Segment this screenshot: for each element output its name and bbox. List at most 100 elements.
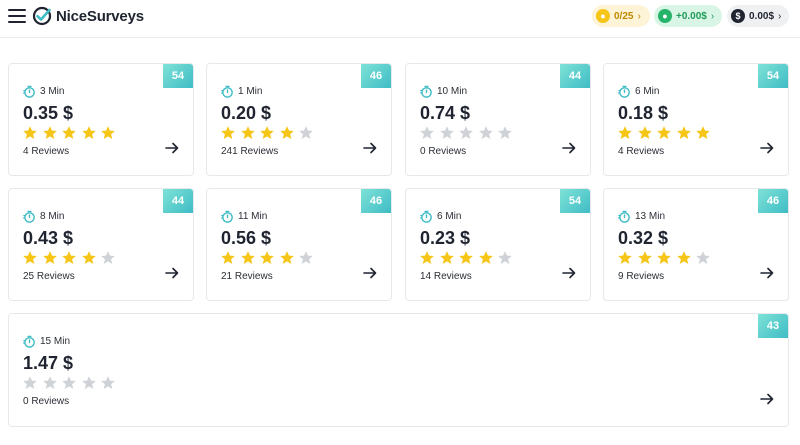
stopwatch-icon: [221, 210, 233, 223]
star-empty-icon: [439, 126, 454, 139]
arrow-right-icon[interactable]: [562, 142, 576, 154]
star-empty-icon: [62, 376, 76, 389]
survey-card[interactable]: 46 1 Min 0.20 $ 241 Reviews: [206, 63, 392, 176]
chevron-right-icon: ›: [637, 10, 641, 22]
star-empty-icon: [420, 126, 434, 139]
duration: 6 Min: [420, 210, 461, 223]
review-count: 241 Reviews: [221, 146, 279, 157]
rating-stars: [617, 250, 715, 266]
duration: 11 Min: [221, 210, 267, 223]
star-filled-icon: [637, 126, 652, 139]
duration-text: 6 Min: [437, 211, 462, 222]
stopwatch-icon: [23, 335, 35, 348]
star-filled-icon: [240, 251, 255, 264]
duration-text: 8 Min: [40, 211, 65, 222]
fire-icon: ●: [596, 9, 610, 23]
stopwatch-icon: [23, 85, 35, 98]
menu-icon[interactable]: [8, 9, 26, 24]
earnings-value: +0.00$: [676, 10, 707, 22]
survey-price: 0.74 $: [420, 103, 471, 123]
progress-pill[interactable]: ● 0/25 ›: [592, 5, 650, 27]
score-badge: 46: [361, 64, 391, 88]
arrow-right-icon[interactable]: [760, 142, 774, 154]
balance-pill[interactable]: $ 0.00$ ›: [727, 5, 789, 27]
star-filled-icon: [23, 126, 37, 139]
stopwatch-icon: [221, 85, 233, 98]
review-count: 0 Reviews: [420, 146, 467, 157]
arrow-right-icon[interactable]: [363, 267, 377, 279]
star-filled-icon: [618, 251, 632, 264]
duration: 1 Min: [221, 85, 262, 98]
review-count: 14 Reviews: [420, 271, 472, 282]
survey-price: 0.35 $: [23, 103, 74, 123]
rating-stars: [419, 125, 517, 141]
star-empty-icon: [696, 251, 710, 264]
arrow-right-icon[interactable]: [165, 142, 179, 154]
survey-price: 0.18 $: [618, 103, 669, 123]
star-filled-icon: [478, 251, 493, 264]
duration-text: 3 Min: [40, 86, 65, 97]
rating-stars: [220, 250, 318, 266]
star-filled-icon: [676, 126, 691, 139]
star-filled-icon: [23, 251, 37, 264]
star-empty-icon: [478, 126, 493, 139]
duration-text: 13 Min: [635, 211, 666, 222]
star-filled-icon: [459, 251, 473, 264]
duration: 8 Min: [23, 210, 64, 223]
survey-price: 0.56 $: [221, 228, 272, 248]
duration-text: 11 Min: [238, 211, 268, 222]
balance-value: 0.00$: [749, 10, 775, 22]
star-filled-icon: [62, 251, 76, 264]
logo[interactable]: NiceSurveys: [32, 5, 144, 27]
duration-text: 6 Min: [635, 86, 660, 97]
star-empty-icon: [23, 376, 37, 389]
arrow-right-icon[interactable]: [760, 393, 774, 405]
stopwatch-icon: [420, 85, 432, 98]
star-filled-icon: [81, 251, 96, 264]
duration: 15 Min: [23, 335, 70, 348]
survey-card[interactable]: 46 13 Min 0.32 $ 9 Reviews: [603, 188, 789, 301]
score-badge: 43: [758, 314, 788, 338]
star-empty-icon: [498, 251, 512, 264]
score-badge: 54: [560, 189, 590, 213]
arrow-right-icon[interactable]: [165, 267, 179, 279]
stopwatch-icon: [618, 210, 630, 223]
survey-price: 0.23 $: [420, 228, 471, 248]
review-count: 21 Reviews: [221, 271, 273, 282]
survey-card[interactable]: 54 3 Min 0.35 $ 4 Reviews: [8, 63, 194, 176]
rating-stars: [22, 250, 120, 266]
survey-card[interactable]: 46 11 Min 0.56 $ 21 Reviews: [206, 188, 392, 301]
rating-stars: [617, 125, 715, 141]
survey-price: 0.43 $: [23, 228, 74, 248]
users-icon: ●: [658, 9, 672, 23]
star-filled-icon: [439, 251, 454, 264]
chevron-right-icon: ›: [710, 10, 715, 22]
stopwatch-icon: [23, 210, 35, 223]
star-filled-icon: [240, 126, 255, 139]
star-filled-icon: [279, 126, 294, 139]
arrow-right-icon[interactable]: [363, 142, 377, 154]
rating-stars: [419, 250, 517, 266]
earnings-pill[interactable]: ● +0.00$ ›: [654, 5, 722, 27]
star-filled-icon: [62, 126, 76, 139]
arrow-right-icon[interactable]: [760, 267, 774, 279]
rating-stars: [22, 375, 120, 391]
survey-card[interactable]: 54 6 Min 0.23 $ 14 Reviews: [405, 188, 591, 301]
score-badge: 44: [560, 64, 590, 88]
star-empty-icon: [101, 376, 115, 389]
star-filled-icon: [81, 126, 96, 139]
survey-price: 0.32 $: [618, 228, 669, 248]
survey-card[interactable]: 54 6 Min 0.18 $ 4 Reviews: [603, 63, 789, 176]
chevron-right-icon: ›: [778, 10, 782, 22]
star-filled-icon: [420, 251, 434, 264]
logo-check-icon: [32, 6, 52, 26]
survey-card[interactable]: 44 10 Min 0.74 $ 0 Reviews: [405, 63, 591, 176]
star-filled-icon: [696, 126, 710, 139]
survey-card[interactable]: 44 8 Min 0.43 $ 25 Reviews: [8, 188, 194, 301]
star-empty-icon: [299, 251, 313, 264]
survey-card[interactable]: 43 15 Min 1.47 $ 0 Reviews: [8, 313, 789, 427]
arrow-right-icon[interactable]: [562, 267, 576, 279]
star-empty-icon: [459, 126, 473, 139]
star-filled-icon: [260, 251, 274, 264]
duration-text: 10 Min: [437, 86, 468, 97]
